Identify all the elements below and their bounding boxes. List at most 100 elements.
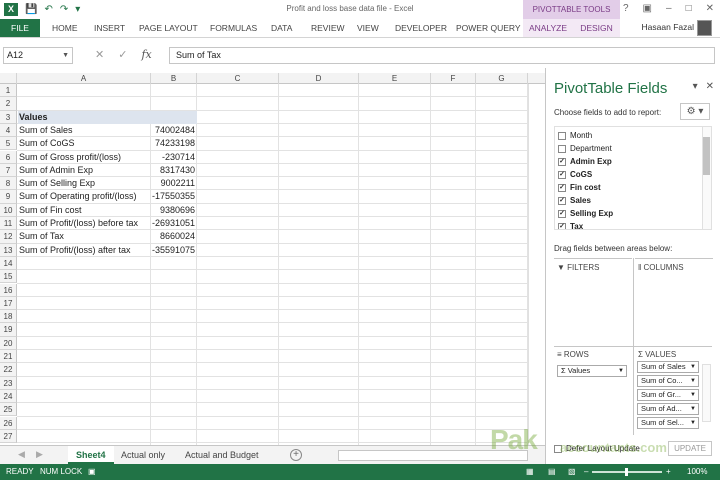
field-item[interactable]: ✓ Admin Exp (558, 155, 612, 168)
tab-insert[interactable]: INSERT (94, 19, 125, 37)
values-item[interactable]: Sum of Sel... ▼ (637, 417, 699, 429)
row-header[interactable]: 14 (0, 256, 17, 271)
insert-function-icon[interactable]: fx (141, 48, 151, 61)
column-header-e[interactable]: E (359, 73, 431, 84)
name-box[interactable]: A12 ▼ (3, 47, 73, 64)
values-area-scrollbar[interactable] (702, 364, 711, 422)
close-icon[interactable]: ✕ (706, 3, 714, 14)
sheet-tab-actual-and-budget[interactable]: Actual and Budget (177, 446, 267, 464)
chevron-down-icon[interactable]: ▼ (690, 418, 696, 428)
sheet-tab-actual-only[interactable]: Actual only (113, 446, 173, 464)
row-header[interactable]: 24 (0, 389, 17, 404)
row-header[interactable]: 13 (0, 243, 17, 257)
row-header[interactable]: 1 (0, 84, 17, 98)
field-item[interactable]: Department (558, 142, 612, 155)
restore-icon[interactable]: □ (686, 3, 692, 14)
column-header-d[interactable]: D (279, 73, 359, 84)
filters-area[interactable]: ▼ FILTERS (554, 258, 632, 272)
columns-area[interactable]: ‖ COLUMNS (635, 258, 713, 272)
pivot-row-value[interactable]: 8660024 (151, 230, 195, 243)
field-item[interactable]: ✓ Sales (558, 194, 591, 207)
zoom-slider-thumb[interactable] (625, 468, 628, 476)
values-item[interactable]: Sum of Gr... ▼ (637, 389, 699, 401)
pivot-row-label[interactable]: Sum of Gross profit/(loss) (19, 151, 149, 164)
row-header[interactable]: 2 (0, 97, 17, 111)
row-header[interactable]: 26 (0, 416, 17, 430)
field-checkbox[interactable]: ✓ (558, 209, 566, 218)
row-header[interactable]: 27 (0, 429, 17, 444)
row-header[interactable]: 15 (0, 270, 17, 284)
chevron-down-icon[interactable]: ▼ (690, 390, 696, 400)
pivot-row-value[interactable]: -35591075 (151, 244, 195, 257)
row-header[interactable]: 8 (0, 177, 17, 191)
pivot-values-header[interactable]: Values (18, 110, 197, 124)
field-item[interactable]: ✓ Fin cost (558, 181, 601, 194)
field-item[interactable]: ✓ Tax (558, 220, 583, 229)
row-header[interactable]: 3 (0, 110, 17, 124)
field-checkbox[interactable] (558, 144, 566, 153)
row-header[interactable]: 5 (0, 137, 17, 151)
customize-qat-icon[interactable]: ▾ (75, 4, 80, 16)
sheet-tab-sheet4[interactable]: Sheet4 (68, 446, 114, 464)
update-button[interactable]: UPDATE (668, 441, 712, 456)
ribbon-display-icon[interactable]: ▣ (643, 3, 652, 14)
add-sheet-icon[interactable]: + (290, 449, 302, 461)
vertical-scrollbar[interactable] (528, 84, 545, 445)
pivot-row-label[interactable]: Sum of Tax (19, 230, 149, 243)
page-layout-view-icon[interactable]: ▤ (548, 464, 556, 480)
field-checkbox[interactable]: ✓ (558, 183, 566, 192)
field-checkbox[interactable]: ✓ (558, 196, 566, 205)
pivot-row-label[interactable]: Sum of Profit/(loss) before tax (19, 217, 149, 230)
values-item[interactable]: Sum of Co... ▼ (637, 375, 699, 387)
zoom-out-icon[interactable]: – (584, 464, 588, 480)
row-header[interactable]: 20 (0, 336, 17, 350)
column-header-c[interactable]: C (197, 73, 279, 84)
next-sheet-icon[interactable]: ▶ (36, 449, 43, 460)
row-header[interactable]: 6 (0, 150, 17, 164)
field-checkbox[interactable]: ✓ (558, 157, 566, 166)
row-header[interactable]: 18 (0, 310, 17, 324)
column-header-g[interactable]: G (476, 73, 528, 84)
pivot-row-label[interactable]: Sum of Operating profit/(loss) (19, 190, 149, 203)
tab-page-layout[interactable]: PAGE LAYOUT (139, 19, 198, 37)
chevron-down-icon[interactable]: ▼ (618, 366, 624, 376)
tab-review[interactable]: REVIEW (311, 19, 345, 37)
tab-file[interactable]: FILE (0, 19, 40, 37)
row-header[interactable]: 4 (0, 123, 17, 138)
field-checkbox[interactable] (558, 131, 566, 140)
pivot-row-value[interactable]: 8317430 (151, 164, 195, 177)
zoom-in-icon[interactable]: + (666, 464, 671, 480)
pivot-row-value[interactable]: -230714 (151, 151, 195, 164)
chevron-down-icon[interactable]: ▼ (690, 404, 696, 414)
field-item[interactable]: ✓ Selling Exp (558, 207, 613, 220)
row-header[interactable]: 23 (0, 376, 17, 390)
pivot-row-label[interactable]: Sum of Selling Exp (19, 177, 149, 190)
row-header[interactable]: 9 (0, 190, 17, 204)
chevron-down-icon[interactable]: ▼ (690, 376, 696, 386)
tab-design[interactable]: DESIGN (573, 19, 620, 37)
pivot-row-value[interactable]: -17550355 (151, 190, 195, 203)
field-list-scrollbar[interactable] (702, 127, 711, 229)
row-header[interactable]: 7 (0, 163, 17, 178)
row-header[interactable]: 19 (0, 323, 17, 337)
row-header[interactable]: 12 (0, 230, 17, 244)
avatar[interactable] (697, 20, 712, 36)
pivot-row-value[interactable]: 74233198 (151, 137, 195, 150)
pane-options-icon[interactable]: ▾ (693, 81, 698, 92)
worksheet-grid[interactable]: A B C D E F G 1 2 3 4 5 6 7 8 9 10 11 12 13 14 15 16 17 1… (0, 73, 545, 445)
row-header[interactable]: 17 (0, 296, 17, 311)
save-icon[interactable]: 💾 (25, 4, 37, 16)
row-header[interactable]: 10 (0, 203, 17, 217)
macro-record-icon[interactable]: ▣ (88, 464, 96, 480)
row-header[interactable]: 11 (0, 217, 17, 231)
values-item[interactable]: Sum of Sales ▼ (637, 361, 699, 373)
help-icon[interactable]: ? (623, 3, 629, 14)
normal-view-icon[interactable]: ▦ (526, 464, 534, 480)
tab-analyze[interactable]: ANALYZE (523, 19, 573, 37)
field-item[interactable]: Month (558, 129, 592, 142)
page-break-view-icon[interactable]: ▧ (568, 464, 576, 480)
pivot-row-value[interactable]: -26931051 (151, 217, 195, 230)
column-header-f[interactable]: F (431, 73, 476, 84)
field-checkbox[interactable]: ✓ (558, 222, 566, 229)
column-header-b[interactable]: B (151, 73, 197, 84)
